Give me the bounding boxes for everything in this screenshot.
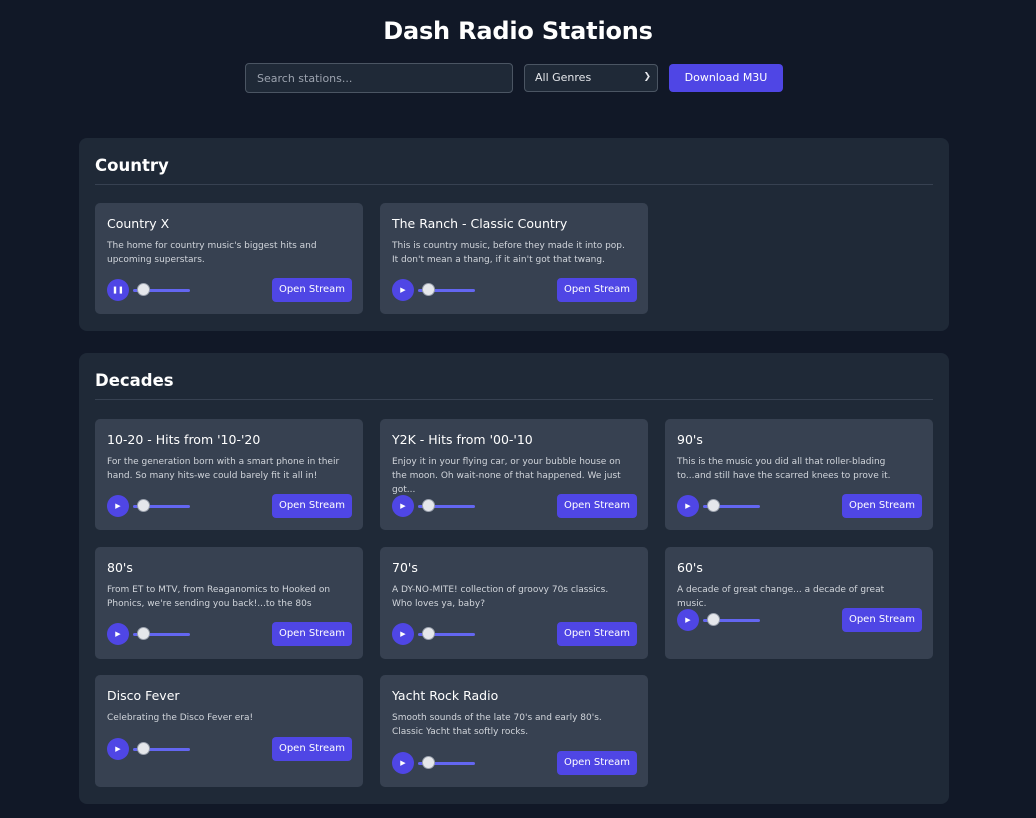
play-icon[interactable]: ▶ — [107, 495, 129, 517]
volume-slider-handle[interactable] — [422, 756, 435, 769]
open-stream-button[interactable]: Open Stream — [842, 494, 922, 518]
player-controls: ▶ Open Stream — [677, 494, 922, 519]
station-description: Smooth sounds of the late 70's and early… — [392, 713, 602, 737]
player-controls: ▶ Open Stream — [392, 751, 637, 776]
player-controls: ▶ Open Stream — [392, 494, 637, 519]
genre-select-value: All Genres — [535, 71, 592, 84]
station-card: Yacht Rock Radio Smooth sounds of the la… — [380, 675, 648, 787]
station-card: 70's A DY-NO-MITE! collection of groovy … — [380, 547, 648, 659]
station-description: For the generation born with a smart pho… — [107, 457, 340, 481]
section-decades: Decades 10-20 - Hits from '10-'20 For th… — [79, 353, 949, 804]
station-description: A DY-NO-MITE! collection of groovy 70s c… — [392, 585, 609, 609]
player-controls: ▶ Open Stream — [392, 278, 637, 303]
player-controls: ▶ Open Stream — [677, 608, 922, 633]
pause-icon[interactable]: ❚❚ — [107, 279, 129, 301]
station-card: 90's This is the music you did all that … — [665, 419, 933, 530]
play-icon[interactable]: ▶ — [392, 495, 414, 517]
play-icon[interactable]: ▶ — [392, 279, 414, 301]
player-controls: ▶ Open Stream — [107, 737, 352, 762]
open-stream-button[interactable]: Open Stream — [272, 622, 352, 646]
genre-select[interactable]: All Genres ❯ — [524, 64, 658, 92]
open-stream-button[interactable]: Open Stream — [557, 622, 637, 646]
open-stream-button[interactable]: Open Stream — [272, 278, 352, 302]
volume-slider-handle[interactable] — [137, 283, 150, 296]
toolbar: All Genres ❯ Download M3U — [245, 63, 785, 93]
station-name: 70's — [392, 560, 418, 575]
play-icon[interactable]: ▶ — [677, 609, 699, 631]
station-description: The home for country music's biggest hit… — [107, 241, 317, 265]
section-country: Country Country X The home for country m… — [79, 138, 949, 331]
chevron-down-icon: ❯ — [643, 72, 651, 82]
play-icon[interactable]: ▶ — [392, 752, 414, 774]
search-input[interactable] — [245, 63, 513, 93]
volume-slider-handle[interactable] — [422, 283, 435, 296]
station-name: Disco Fever — [107, 688, 180, 703]
section-divider — [95, 399, 933, 400]
station-card: The Ranch - Classic Country This is coun… — [380, 203, 648, 314]
station-card: 80's From ET to MTV, from Reaganomics to… — [95, 547, 363, 659]
section-title: Decades — [95, 371, 174, 390]
volume-slider-handle[interactable] — [137, 499, 150, 512]
station-card: Disco Fever Celebrating the Disco Fever … — [95, 675, 363, 787]
open-stream-button[interactable]: Open Stream — [557, 278, 637, 302]
player-controls: ▶ Open Stream — [392, 622, 637, 647]
open-stream-button[interactable]: Open Stream — [842, 608, 922, 632]
play-icon[interactable]: ▶ — [392, 623, 414, 645]
station-name: The Ranch - Classic Country — [392, 216, 568, 231]
station-name: 10-20 - Hits from '10-'20 — [107, 432, 261, 447]
volume-slider-handle[interactable] — [137, 742, 150, 755]
page-title: Dash Radio Stations — [383, 17, 653, 45]
volume-slider-handle[interactable] — [707, 499, 720, 512]
station-description: Celebrating the Disco Fever era! — [107, 713, 254, 723]
station-card: 10-20 - Hits from '10-'20 For the genera… — [95, 419, 363, 530]
station-name: Y2K - Hits from '00-'10 — [392, 432, 533, 447]
volume-slider-handle[interactable] — [422, 499, 435, 512]
station-name: 80's — [107, 560, 133, 575]
open-stream-button[interactable]: Open Stream — [272, 494, 352, 518]
open-stream-button[interactable]: Open Stream — [557, 494, 637, 518]
volume-slider-handle[interactable] — [137, 627, 150, 640]
station-name: 90's — [677, 432, 703, 447]
station-name: 60's — [677, 560, 703, 575]
open-stream-button[interactable]: Open Stream — [557, 751, 637, 775]
play-icon[interactable]: ▶ — [107, 623, 129, 645]
play-icon[interactable]: ▶ — [107, 738, 129, 760]
station-description: This is the music you did all that rolle… — [677, 457, 891, 481]
station-name: Yacht Rock Radio — [392, 688, 499, 703]
player-controls: ❚❚ Open Stream — [107, 278, 352, 303]
volume-slider-handle[interactable] — [707, 613, 720, 626]
player-controls: ▶ Open Stream — [107, 494, 352, 519]
station-card: 60's A decade of great change... a decad… — [665, 547, 933, 659]
station-description: This is country music, before they made … — [392, 241, 625, 265]
station-card: Country X The home for country music's b… — [95, 203, 363, 314]
station-description: From ET to MTV, from Reaganomics to Hook… — [107, 585, 331, 609]
player-controls: ▶ Open Stream — [107, 622, 352, 647]
open-stream-button[interactable]: Open Stream — [272, 737, 352, 761]
station-description: Enjoy it in your flying car, or your bub… — [392, 457, 621, 495]
section-divider — [95, 184, 933, 185]
volume-slider-handle[interactable] — [422, 627, 435, 640]
play-icon[interactable]: ▶ — [677, 495, 699, 517]
section-title: Country — [95, 156, 169, 175]
station-description: A decade of great change... a decade of … — [677, 585, 885, 609]
download-m3u-button[interactable]: Download M3U — [669, 64, 783, 92]
station-card: Y2K - Hits from '00-'10 Enjoy it in your… — [380, 419, 648, 530]
station-name: Country X — [107, 216, 170, 231]
page: Dash Radio Stations All Genres ❯ Downloa… — [0, 0, 1036, 818]
